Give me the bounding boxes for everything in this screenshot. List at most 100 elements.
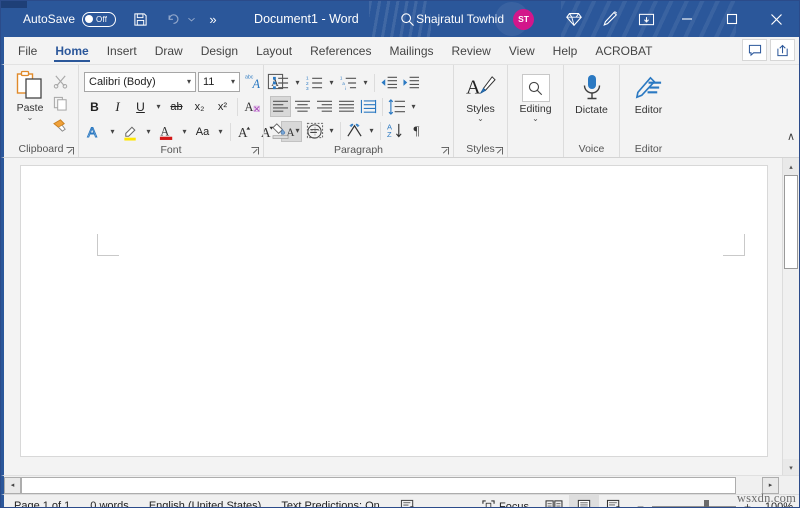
bold-button[interactable]: B [84,96,105,117]
search-icon[interactable] [521,74,550,102]
autosave-toggle[interactable]: Off [82,11,117,27]
tab-acrobat[interactable]: ACROBAT [586,37,661,64]
line-spacing-icon[interactable] [386,96,407,117]
font-name-dropdown-icon[interactable]: ▾ [185,77,193,86]
font-color-icon[interactable]: A [156,121,177,142]
numbered-list-icon[interactable]: 123 [304,72,325,93]
tab-file[interactable]: File [9,37,46,64]
change-case-dropdown-icon[interactable]: ▾ [215,127,226,136]
dictate-button[interactable]: Dictate [567,68,617,116]
zoom-slider-thumb[interactable] [704,500,709,507]
asian-layout-dropdown-icon[interactable]: ▾ [366,126,377,135]
vertical-scroll-thumb[interactable] [784,175,798,269]
scroll-up-button[interactable]: ▴ [783,158,799,175]
line-spacing-dropdown-icon[interactable]: ▾ [408,102,419,111]
numbered-list-dropdown-icon[interactable]: ▾ [326,78,337,87]
styles-button[interactable]: A Styles ⌄ [456,68,506,123]
shading-icon[interactable] [270,120,291,141]
tab-draw[interactable]: Draw [146,37,192,64]
align-center-icon[interactable] [292,96,313,117]
undo-icon[interactable] [160,1,186,37]
tab-home[interactable]: Home [46,37,97,64]
font-size-input[interactable]: 11 ▾ [198,71,240,92]
quick-access-more-icon[interactable]: » [200,1,226,37]
grow-font-button[interactable]: A [235,121,256,142]
tab-design[interactable]: Design [192,37,247,64]
font-size-dropdown-icon[interactable]: ▾ [229,77,237,86]
text-highlight-icon[interactable] [120,121,141,142]
word-count-status[interactable]: 0 words [80,495,139,507]
language-status[interactable]: English (United States) [139,495,272,507]
document-page[interactable] [20,165,768,457]
format-painter-icon[interactable] [52,115,68,136]
page-number-status[interactable]: Page 1 of 1 [4,495,80,507]
shading-dropdown-icon[interactable]: ▾ [292,126,303,135]
subscript-button[interactable]: x₂ [189,96,210,117]
accessibility-checker-icon[interactable] [390,495,426,507]
styles-dialog-launcher[interactable] [495,147,503,155]
multilevel-list-icon[interactable]: 1ai [338,72,359,93]
font-dialog-launcher[interactable] [251,147,259,155]
vertical-scrollbar[interactable]: ▴ ▾ [782,158,799,475]
pen-icon[interactable] [592,1,628,37]
tab-layout[interactable]: Layout [247,37,301,64]
justify-icon[interactable] [336,96,357,117]
tab-review[interactable]: Review [443,37,500,64]
superscript-button[interactable]: x² [212,96,233,117]
clear-formatting-icon[interactable]: A [242,96,263,117]
align-left-icon[interactable] [270,96,291,117]
diamond-icon[interactable] [556,1,592,37]
editing-button[interactable]: Editing ⌄ [511,68,561,123]
scissors-icon[interactable] [53,71,68,92]
undo-dropdown-icon[interactable] [186,1,196,37]
multilevel-list-dropdown-icon[interactable]: ▾ [360,78,371,87]
text-predictions-status[interactable]: Text Predictions: On [271,495,389,507]
print-layout-icon[interactable] [569,495,599,507]
phonetic-guide-icon[interactable]: abc A [242,71,263,92]
horizontal-scroll-track[interactable] [21,476,762,494]
tab-help[interactable]: Help [544,37,587,64]
vertical-scroll-track[interactable] [783,175,799,459]
highlight-dropdown-icon[interactable]: ▾ [143,127,154,136]
minimize-button[interactable] [664,1,709,37]
horizontal-scrollbar[interactable]: ◂ ▸ [1,475,799,494]
italic-button[interactable]: I [107,96,128,117]
underline-button[interactable]: U [130,96,151,117]
asian-layout-icon[interactable] [344,120,365,141]
sort-icon[interactable]: AZ [384,120,405,141]
change-case-button[interactable]: Aa [192,121,213,142]
text-effects-dropdown-icon[interactable]: ▾ [107,127,118,136]
copy-icon[interactable] [53,93,68,114]
scroll-down-button[interactable]: ▾ [783,459,799,475]
show-formatting-marks-icon[interactable]: ¶ [406,120,427,141]
bullet-list-dropdown-icon[interactable]: ▾ [292,78,303,87]
underline-dropdown-icon[interactable]: ▾ [153,102,164,111]
editing-dropdown-icon[interactable]: ⌄ [532,115,539,123]
decrease-indent-icon[interactable] [378,72,399,93]
font-color-dropdown-icon[interactable]: ▾ [179,127,190,136]
zoom-out-button[interactable]: − [635,500,646,508]
autosave-control[interactable]: AutoSave Off [23,11,117,27]
increase-indent-icon[interactable] [400,72,421,93]
close-button[interactable] [754,1,799,37]
text-effects-icon[interactable]: A [84,121,105,142]
zoom-slider-track[interactable] [652,500,736,507]
tab-mailings[interactable]: Mailings [380,37,442,64]
bullet-list-icon[interactable] [270,72,291,93]
share-icon[interactable] [770,39,795,61]
ribbon-display-options-icon[interactable] [628,1,664,37]
tab-insert[interactable]: Insert [98,37,146,64]
comment-icon[interactable] [742,39,767,61]
avatar[interactable]: ST [513,8,534,30]
align-right-icon[interactable] [314,96,335,117]
clipboard-dialog-launcher[interactable] [66,147,74,155]
web-layout-icon[interactable] [599,495,629,507]
read-mode-icon[interactable] [539,495,569,507]
borders-icon[interactable] [304,120,325,141]
tab-references[interactable]: References [301,37,380,64]
line-spacing-paragraph-icon[interactable] [358,96,379,117]
styles-dropdown-icon[interactable]: ⌄ [477,115,484,123]
editor-button[interactable]: Editor [624,68,674,116]
tab-view[interactable]: View [500,37,544,64]
paste-dropdown-icon[interactable]: ⌄ [27,114,34,122]
